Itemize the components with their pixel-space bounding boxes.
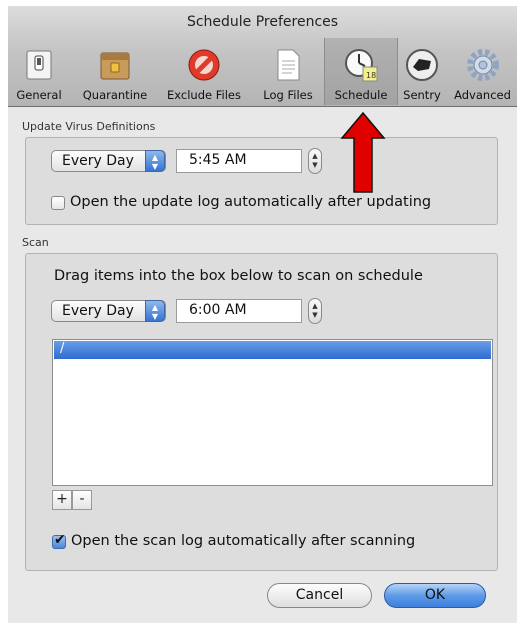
- update-section-box: Every Day ▲ ▼ 5:45 AM ▲ ▼ Open the update …: [25, 137, 498, 225]
- updown-arrows-icon: ▲ ▼: [145, 300, 165, 322]
- checkmark-icon: ✔: [54, 532, 66, 548]
- gear-icon: [466, 49, 499, 81]
- tab-schedule[interactable]: 18 Schedule: [324, 38, 398, 105]
- tab-log-files[interactable]: Log Files: [254, 41, 322, 105]
- tab-exclude-files-label: Exclude Files: [167, 88, 241, 102]
- scan-instructions: Drag items into the box below to scan on…: [54, 268, 423, 284]
- updown-arrows-icon: ▲ ▼: [145, 150, 165, 172]
- scan-time-field[interactable]: 6:00 AM: [176, 299, 302, 323]
- quarantine-box-icon: [100, 52, 130, 80]
- document-icon: [277, 49, 300, 81]
- update-open-log-label: Open the update log automatically after …: [70, 194, 432, 210]
- update-time-stepper[interactable]: ▲ ▼: [308, 148, 322, 174]
- add-item-button[interactable]: +: [52, 490, 72, 510]
- window-title: Schedule Preferences: [186, 14, 339, 30]
- tab-sentry-label: Sentry: [403, 88, 441, 102]
- tab-quarantine-label: Quarantine: [82, 88, 148, 102]
- scan-frequency-select[interactable]: Every Day ▲ ▼: [51, 300, 166, 322]
- update-frequency-value: Every Day: [62, 153, 134, 169]
- scan-open-log-label: Open the scan log automatically after sc…: [71, 533, 416, 549]
- list-item[interactable]: /: [54, 341, 491, 359]
- ok-button[interactable]: OK: [384, 583, 486, 608]
- tab-advanced[interactable]: Advanced: [448, 41, 517, 105]
- scan-open-log-checkbox[interactable]: ✔: [52, 532, 66, 549]
- no-sign-icon: [188, 49, 220, 81]
- sentry-icon: [406, 49, 438, 81]
- update-section-label: Update Virus Definitions: [22, 120, 156, 133]
- tab-exclude-files[interactable]: Exclude Files: [158, 41, 250, 105]
- cancel-button[interactable]: Cancel: [267, 583, 372, 608]
- tab-schedule-label: Schedule: [334, 88, 388, 102]
- scan-section-label: Scan: [22, 236, 49, 249]
- remove-item-button[interactable]: -: [72, 490, 92, 510]
- tab-quarantine[interactable]: Quarantine: [74, 41, 156, 105]
- tab-advanced-label: Advanced: [454, 88, 511, 102]
- update-time-value: 5:45 AM: [189, 152, 247, 168]
- preferences-window: Schedule Preferences General Quarantine: [8, 6, 517, 623]
- toolbar: Schedule Preferences General Quarantine: [8, 6, 517, 107]
- tab-general-label: General: [16, 88, 62, 102]
- general-switch-icon: [26, 50, 52, 80]
- scan-frequency-value: Every Day: [62, 303, 134, 319]
- clock-calendar-icon: 18: [345, 49, 378, 82]
- scan-time-value: 6:00 AM: [189, 302, 247, 318]
- svg-text:18: 18: [366, 71, 376, 80]
- scan-time-stepper[interactable]: ▲ ▼: [308, 298, 322, 324]
- tab-general[interactable]: General: [8, 41, 70, 105]
- tab-log-files-label: Log Files: [263, 88, 313, 102]
- update-open-log-checkbox[interactable]: [51, 196, 65, 210]
- scan-items-list[interactable]: /: [52, 339, 493, 486]
- annotation-arrow-icon: [340, 112, 386, 193]
- update-time-field[interactable]: 5:45 AM: [176, 149, 302, 173]
- update-frequency-select[interactable]: Every Day ▲ ▼: [51, 150, 166, 172]
- tab-sentry[interactable]: Sentry: [398, 41, 446, 105]
